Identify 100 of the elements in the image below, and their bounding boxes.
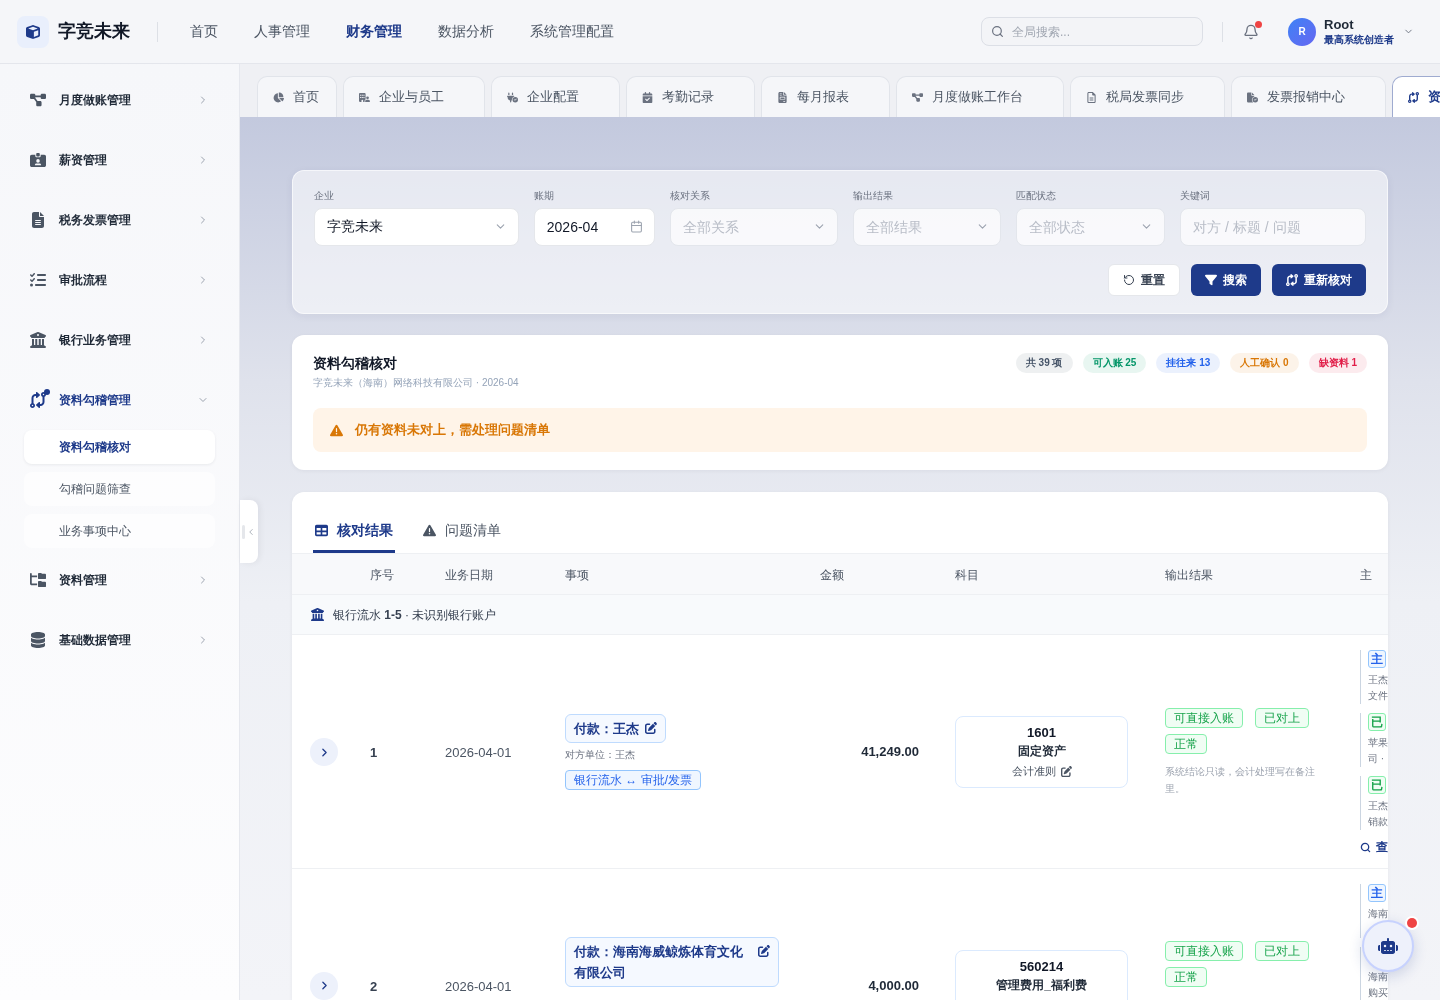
- page-tab[interactable]: 首页: [257, 76, 337, 117]
- user-avatar[interactable]: R: [1288, 17, 1316, 46]
- edit-icon[interactable]: [645, 722, 657, 734]
- action-button[interactable]: 重置: [1108, 264, 1180, 296]
- plug-icon: [507, 91, 518, 103]
- date-field[interactable]: 2026-04: [533, 208, 655, 246]
- dropdown-field[interactable]: 全部结果: [852, 208, 1002, 246]
- search-icon: [991, 25, 1004, 38]
- filter-icon: [1205, 274, 1217, 286]
- submenu-item[interactable]: 勾稽问题筛查: [24, 472, 215, 506]
- sidebar-item[interactable]: 银行业务管理: [0, 310, 239, 370]
- count-badge: 挂往来 13: [1156, 353, 1221, 373]
- building-user-icon: [359, 91, 370, 103]
- chevron-left-icon: [246, 526, 256, 537]
- brand-name: 字竞未来: [58, 20, 130, 43]
- item-title: 付款：海南海威鲸炼体育文化有限公司: [574, 943, 744, 982]
- count-badge: 缺资料 1: [1308, 353, 1367, 373]
- doc-tag: 已: [1368, 713, 1386, 731]
- field-label: 关键词: [1180, 189, 1211, 203]
- field-label: 核对关系: [669, 189, 710, 203]
- bank-icon: [311, 608, 324, 621]
- group-title: 银行流水 1-5 · 未识别银行账户: [333, 606, 497, 624]
- id-card-icon: [30, 152, 46, 168]
- diagram-icon: [30, 92, 46, 108]
- bell-icon[interactable]: [1243, 23, 1259, 40]
- view-link[interactable]: 查: [1360, 840, 1388, 854]
- business-date: 2026-04-01: [445, 978, 512, 994]
- pie-chart-icon: [273, 91, 284, 103]
- folder-tree-icon: [30, 572, 46, 588]
- count-badge: 共 39 项: [1015, 353, 1073, 373]
- user-role: 最高系统创造者: [1324, 32, 1394, 47]
- doc-tag: 主: [1368, 884, 1386, 902]
- user-name: Root: [1324, 16, 1355, 33]
- robot-icon: [1378, 936, 1398, 956]
- sidebar-item[interactable]: 资料勾稽管理: [0, 370, 239, 430]
- compare-arrows-icon: [1286, 274, 1298, 286]
- action-button[interactable]: 搜索: [1191, 264, 1261, 296]
- row-number: 1: [370, 745, 378, 760]
- status-tag: 正常: [1165, 967, 1207, 987]
- alert-message: 仍有资料未对上，需处理问题清单: [355, 421, 550, 440]
- field-label: 企业: [314, 189, 334, 203]
- accounting-standard: 会计准则: [1011, 764, 1056, 779]
- invoice-icon: [777, 91, 788, 103]
- doc-text: 王杰: [1368, 673, 1388, 687]
- document-icon: [1086, 91, 1097, 103]
- page-tab[interactable]: 月度做账工作台: [896, 76, 1064, 117]
- column-header: 业务日期: [445, 568, 493, 582]
- warning-icon: [330, 423, 343, 437]
- relation-tag: 银行流水 ↔ 审批/发票: [565, 770, 701, 790]
- edit-icon[interactable]: [1060, 765, 1072, 777]
- search-field[interactable]: 全局搜索...: [981, 17, 1203, 46]
- doc-tag: 已: [1368, 776, 1386, 794]
- document-icon: [30, 212, 46, 228]
- counterparty-text: 对方单位：王杰: [565, 748, 635, 762]
- card-title: 资料勾稽核对: [313, 354, 398, 373]
- table-icon: [315, 524, 328, 537]
- page-tab[interactable]: 资: [1392, 76, 1440, 117]
- sidebar-item[interactable]: 税务发票管理: [0, 190, 239, 250]
- text-field[interactable]: 对方 / 标题 / 问题: [1180, 208, 1366, 246]
- calendar-check-icon: [642, 91, 653, 103]
- field-label: 匹配状态: [1016, 189, 1057, 203]
- nav-link[interactable]: 系统管理配置: [530, 21, 614, 42]
- nav-link[interactable]: 数据分析: [438, 21, 494, 42]
- compare-arrows-icon: [30, 392, 46, 408]
- dropdown-field[interactable]: 全部状态: [1016, 208, 1166, 246]
- page-tab[interactable]: 企业与员工: [343, 76, 485, 117]
- dropdown-field[interactable]: 字竞未来: [314, 208, 519, 246]
- nav-link[interactable]: 人事管理: [254, 21, 310, 42]
- page-tab[interactable]: 考勤记录: [626, 76, 755, 117]
- edit-icon[interactable]: [758, 945, 770, 957]
- doc-text: 苹果: [1368, 736, 1388, 750]
- business-date: 2026-04-01: [445, 745, 512, 760]
- nav-link[interactable]: 首页: [190, 21, 218, 42]
- page-tab[interactable]: 企业配置: [491, 76, 620, 117]
- subject-code: 1601: [1027, 724, 1056, 742]
- sidebar-item[interactable]: 资料管理: [0, 550, 239, 610]
- dropdown-field[interactable]: 全部关系: [669, 208, 838, 246]
- result-tab[interactable]: 问题清单: [421, 511, 503, 553]
- page-tab[interactable]: 每月报表: [761, 76, 890, 117]
- sidebar-item[interactable]: 基础数据管理: [0, 610, 239, 670]
- nav-link[interactable]: 财务管理: [346, 21, 402, 42]
- doc-text: 销款: [1368, 815, 1388, 829]
- doc-tag: 主: [1368, 650, 1386, 668]
- page-tab[interactable]: 发票报销中心: [1231, 76, 1386, 117]
- doc-text: 购买: [1368, 986, 1388, 1000]
- sidebar-item[interactable]: 薪资管理: [0, 130, 239, 190]
- subject-code: 560214: [1019, 957, 1064, 976]
- card-subtitle: 字竞未来（海南）网络科技有限公司 · 2026-04: [313, 376, 519, 390]
- page-tab[interactable]: 税局发票同步: [1070, 76, 1225, 117]
- submenu-item[interactable]: 业务事项中心: [24, 514, 215, 548]
- sidebar-item[interactable]: 月度做账管理: [0, 70, 239, 130]
- file-check-icon: [1247, 91, 1258, 103]
- submenu-item[interactable]: 资料勾稽核对: [24, 430, 215, 464]
- doc-text: 海南: [1368, 970, 1388, 984]
- sidebar-item[interactable]: 审批流程: [0, 250, 239, 310]
- doc-text: 司 ·: [1368, 752, 1386, 766]
- column-header: 输出结果: [1165, 568, 1213, 582]
- column-header: 序号: [370, 568, 394, 582]
- action-button[interactable]: 重新核对: [1272, 264, 1366, 296]
- column-header: 金额: [820, 568, 844, 582]
